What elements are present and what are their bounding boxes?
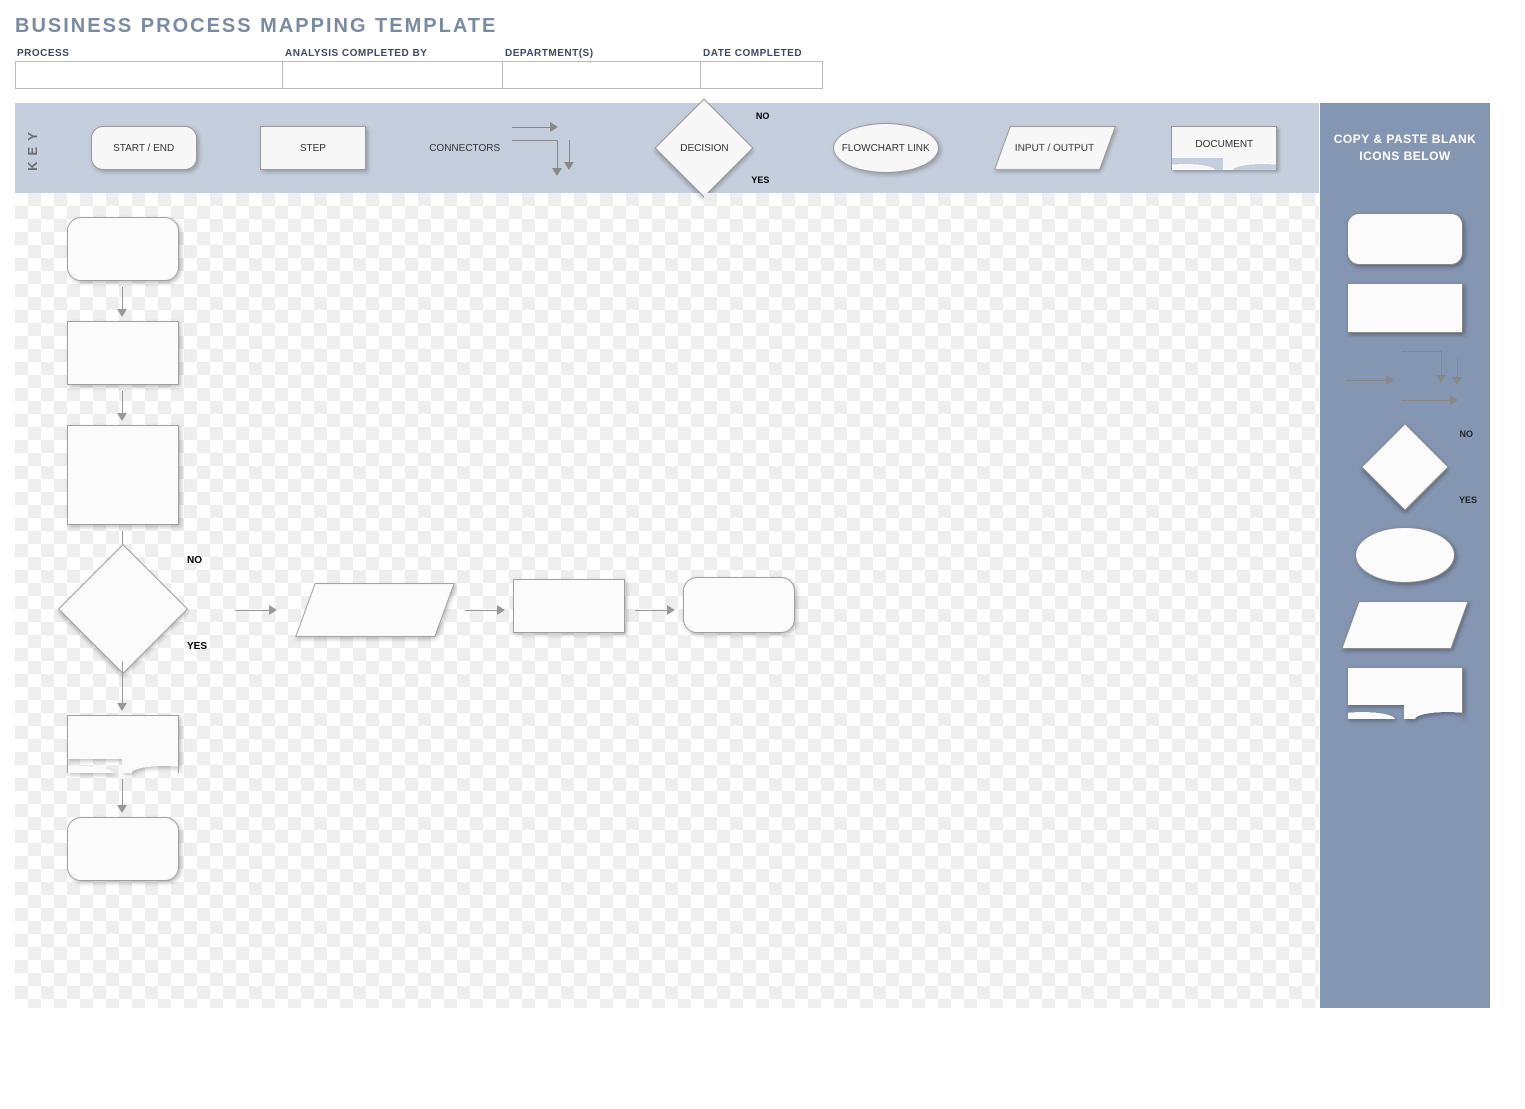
canvas-step-1[interactable] [67, 321, 179, 385]
key-tab: KEY [15, 103, 49, 193]
dept-label: DEPARTMENT(S) [503, 48, 701, 59]
canvas-arrow-2[interactable] [115, 391, 129, 421]
process-input[interactable] [15, 61, 283, 89]
palette-document[interactable] [1347, 667, 1463, 719]
canvas-io-1[interactable] [295, 583, 455, 637]
canvas-document-1[interactable] [67, 715, 179, 773]
palette-flowchart-link[interactable] [1355, 527, 1455, 583]
key-decision-shape[interactable]: DECISION NO YES [639, 113, 769, 183]
canvas-startend-1[interactable] [67, 217, 179, 281]
canvas-startend-3[interactable] [67, 817, 179, 881]
palette-no-label: NO [1460, 429, 1474, 439]
palette-connectors[interactable] [1346, 351, 1464, 407]
canvas-step-3[interactable] [513, 579, 625, 633]
canvas-arrow-6[interactable] [115, 779, 129, 813]
palette-arrow-elbow-icon[interactable] [1402, 351, 1442, 383]
flowchart-canvas[interactable]: NO YES [15, 193, 1320, 1008]
key-document-shape[interactable]: DOCUMENT [1171, 126, 1277, 170]
decision-no-label: NO [756, 111, 770, 121]
key-step-shape[interactable]: STEP [260, 126, 366, 170]
date-label: DATE COMPLETED [701, 48, 823, 59]
analyst-input[interactable] [283, 61, 503, 89]
canvas-decision-1[interactable] [58, 544, 188, 674]
arrow-right-icon[interactable] [512, 120, 558, 134]
key-io-shape[interactable]: INPUT / OUTPUT [994, 126, 1116, 170]
canvas-yes-label: YES [187, 641, 207, 652]
key-connectors: CONNECTORS [429, 120, 576, 176]
connectors-label: CONNECTORS [429, 143, 500, 154]
palette-step[interactable] [1347, 283, 1463, 333]
metadata-row: PROCESS ANALYSIS COMPLETED BY DEPARTMENT… [15, 48, 1510, 89]
shape-palette: NO YES [1320, 193, 1490, 1008]
date-input[interactable] [701, 61, 823, 89]
arrow-elbow-icon[interactable] [512, 140, 558, 176]
palette-arrow-down-icon[interactable] [1450, 357, 1464, 385]
key-strip: KEY START / END STEP CONNECTORS [15, 103, 1320, 193]
palette-io[interactable] [1341, 601, 1468, 649]
canvas-arrow-5[interactable] [635, 603, 675, 617]
canvas-arrow-4[interactable] [465, 603, 505, 617]
canvas-arrow-yes[interactable] [115, 661, 129, 711]
palette-arrow-right-icon[interactable] [1346, 373, 1394, 387]
canvas-arrow-no[interactable] [235, 603, 277, 617]
decision-yes-label: YES [751, 175, 769, 185]
key-startend-shape[interactable]: START / END [91, 126, 197, 170]
analyst-label: ANALYSIS COMPLETED BY [283, 48, 503, 59]
copy-paste-header: COPY & PASTE BLANK ICONS BELOW [1320, 103, 1490, 193]
canvas-no-label: NO [187, 555, 202, 566]
palette-startend[interactable] [1347, 213, 1463, 265]
arrow-down-icon[interactable] [562, 140, 576, 170]
page-title: BUSINESS PROCESS MAPPING TEMPLATE [15, 15, 1510, 38]
process-label: PROCESS [15, 48, 283, 59]
palette-yes-label: YES [1459, 495, 1477, 505]
canvas-startend-2[interactable] [683, 577, 795, 633]
canvas-arrow-1[interactable] [115, 287, 129, 317]
dept-input[interactable] [503, 61, 701, 89]
palette-arrow-right-2-icon[interactable] [1402, 393, 1458, 407]
key-flowchart-link-shape[interactable]: FLOWCHART LINK [833, 123, 939, 173]
canvas-step-2[interactable] [67, 425, 179, 525]
palette-decision[interactable]: NO YES [1341, 435, 1469, 499]
